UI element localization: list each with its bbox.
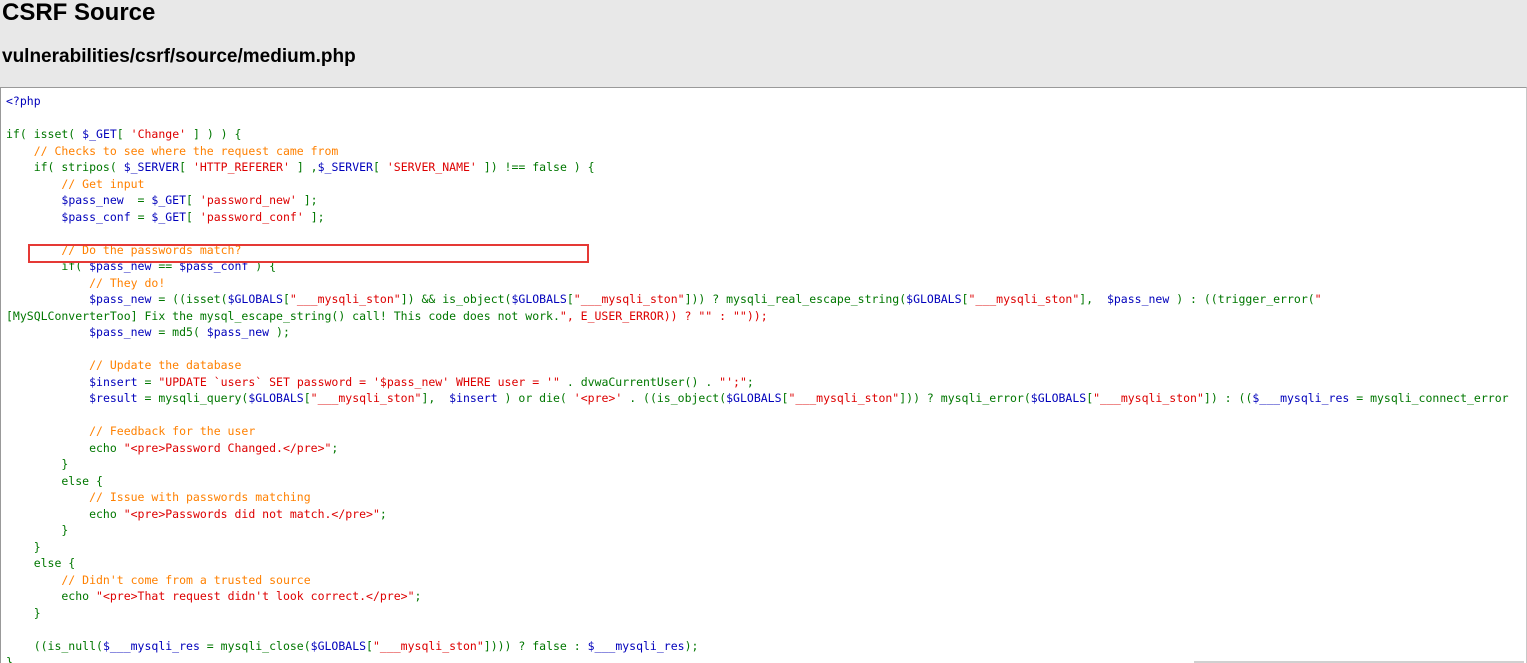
code-line: // They do! [6, 275, 166, 290]
code-line: echo "<pre>Password Changed.</pre>"; [6, 440, 339, 455]
code-line: $pass_new = md5( $pass_new ); [89, 325, 290, 339]
code-line: // Checks to see where the request came … [6, 143, 339, 158]
code-line: // Get input [6, 176, 145, 191]
code-line: $pass_conf = $_GET[ 'password_conf' ]; [61, 209, 325, 224]
code-line: [MySQLConverterToo] Fix the mysql_escape… [6, 308, 768, 323]
code-line: // Issue with passwords matching [6, 490, 311, 504]
code-line: // Update the database [6, 358, 242, 372]
code-line: // Didn't come from a trusted source [6, 572, 311, 587]
code-line: $insert = "UPDATE `users` SET password =… [89, 374, 754, 389]
code-line: $result = mysqli_query($GLOBALS["___mysq… [89, 391, 1509, 405]
page-title: CSRF Source [2, 0, 156, 26]
code-line: } [6, 605, 41, 620]
code-line: ((is_null($___mysqli_res = mysqli_close(… [6, 638, 699, 653]
code-line: echo "<pre>Passwords did not match.</pre… [6, 506, 387, 521]
code-line: $pass_new = ((isset($GLOBALS["___mysqli_… [89, 292, 1322, 306]
code-line: else { [6, 556, 76, 570]
source-code-panel[interactable]: <?php if( isset( $_GET[ 'Change' ] ) ) {… [0, 87, 1527, 663]
code-line: } [6, 523, 69, 537]
code-line: <?php [6, 94, 41, 108]
code-line: else { [6, 473, 103, 488]
code-line: if( stripos( $_SERVER[ 'HTTP_REFERER' ] … [6, 160, 595, 174]
source-code: <?php if( isset( $_GET[ 'Change' ] ) ) {… [6, 93, 1509, 663]
code-line: } [6, 539, 41, 554]
code-line: echo "<pre>That request didn't look corr… [6, 589, 422, 603]
code-line: if( isset( $_GET[ 'Change' ] ) ) { [6, 127, 242, 141]
code-line: // Feedback for the user [6, 424, 256, 438]
file-path-heading: vulnerabilities/csrf/source/medium.php [2, 46, 356, 67]
code-line: if( $pass_new == $pass_conf ) { [6, 259, 277, 273]
code-line: // Do the passwords match? [6, 242, 242, 257]
code-line: } [6, 457, 69, 471]
code-line: $pass_new = $_GET[ 'password_new' ]; [61, 193, 318, 207]
page-header: CSRF Source vulnerabilities/csrf/source/… [0, 0, 1527, 88]
